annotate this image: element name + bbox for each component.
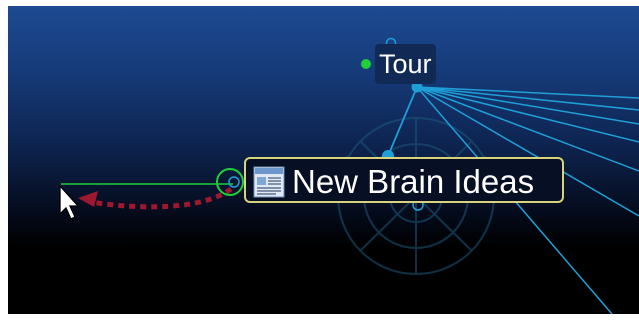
thought-label: New Brain Ideas xyxy=(292,163,535,200)
thought-label: Tour xyxy=(379,49,432,79)
active-thought[interactable]: New Brain Ideas xyxy=(244,157,564,203)
arrow-cursor-icon xyxy=(59,184,80,220)
dotted-link-arrow xyxy=(89,186,233,210)
thought-tour[interactable]: Tour xyxy=(375,44,436,84)
document-icon xyxy=(253,166,285,198)
plex-canvas[interactable]: Tour New Brain Ideas xyxy=(8,6,639,314)
dotted-link-arrowhead xyxy=(78,191,98,207)
child-gate[interactable] xyxy=(228,176,240,188)
tour-jump-gate[interactable] xyxy=(361,59,371,69)
